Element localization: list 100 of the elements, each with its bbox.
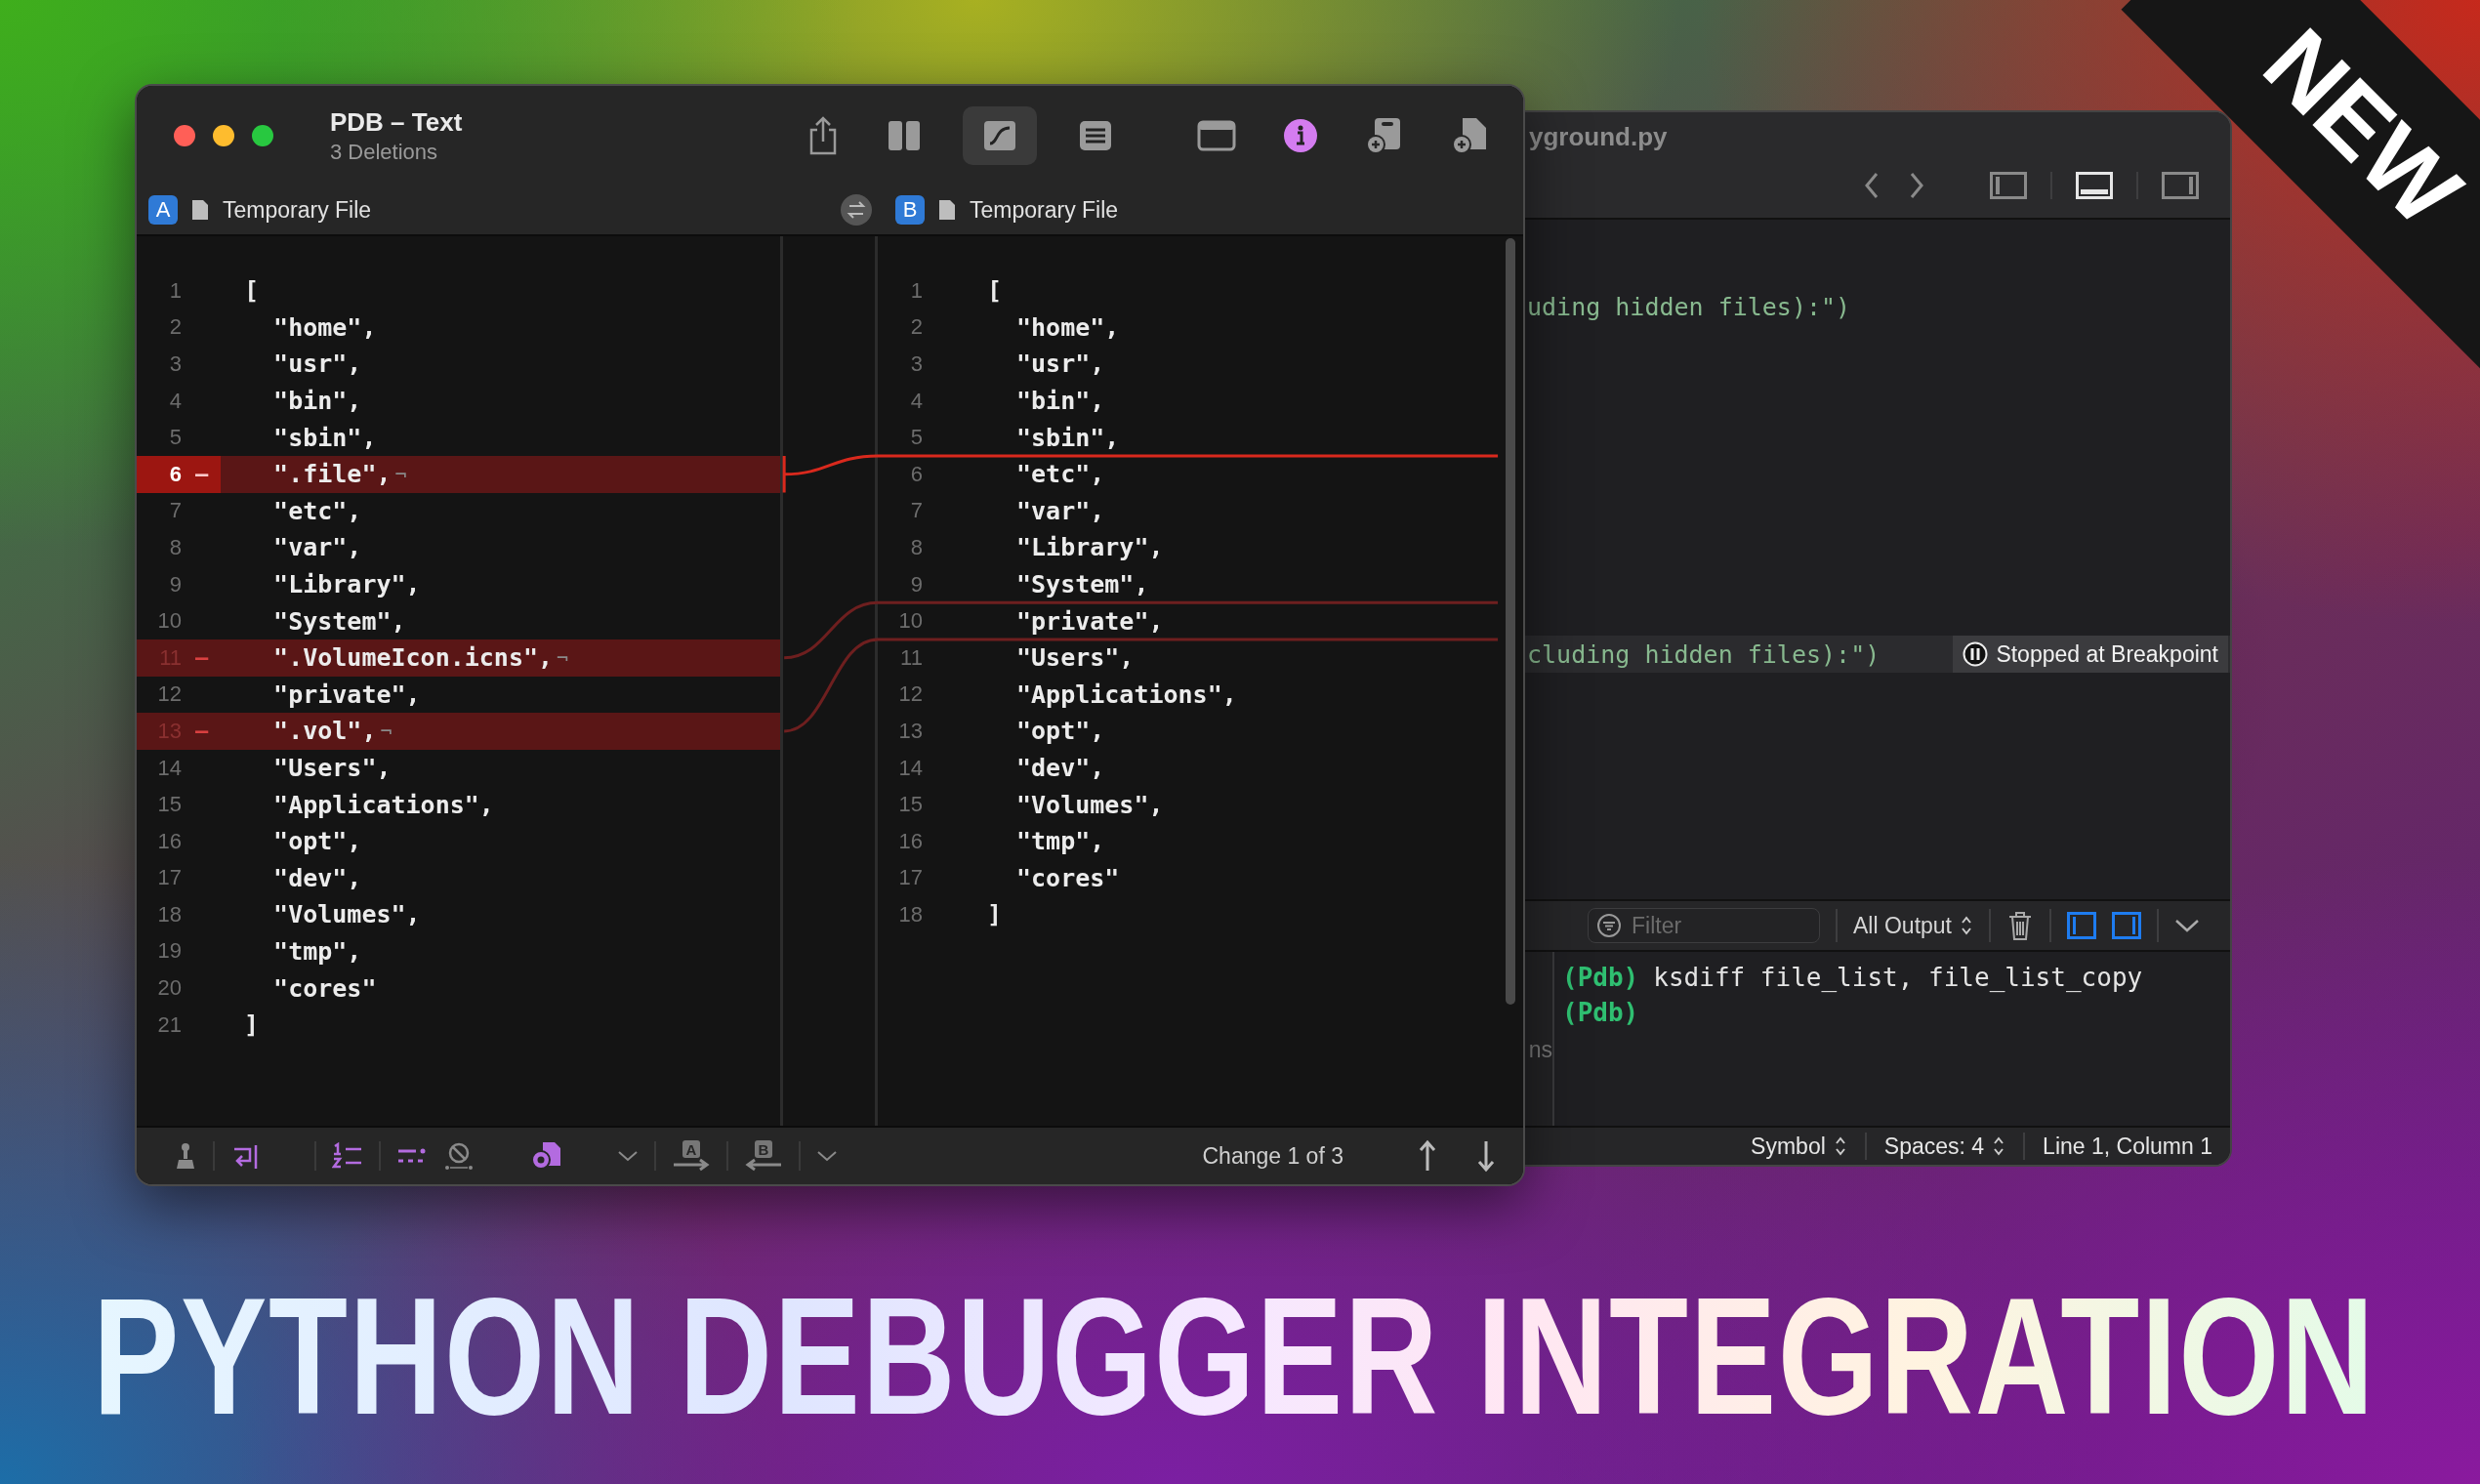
deletion-marker: – <box>195 462 209 487</box>
line-number: 6 <box>168 461 182 487</box>
line-end-marker: ¬ <box>557 645 569 670</box>
line-number: 4 <box>909 388 923 414</box>
chevron-down-icon[interactable] <box>816 1149 838 1163</box>
line-number: 18 <box>156 901 182 928</box>
line-number: 9 <box>168 571 182 598</box>
code-line: "usr", <box>1014 350 1105 379</box>
output-menu[interactable]: All Output <box>1853 912 1973 939</box>
file-name: Temporary File <box>223 196 372 224</box>
code-line: "sbin", <box>272 423 377 452</box>
line-number: 5 <box>168 425 182 451</box>
code-line: "etc", <box>1014 460 1105 489</box>
code-line: cluding hidden files):") <box>1527 639 1881 669</box>
curve-icon[interactable] <box>963 106 1037 165</box>
code-line: ".VolumeIcon.icns", <box>272 643 554 673</box>
status-menu[interactable]: Spaces: 4 <box>1883 1133 2006 1160</box>
line-number: 11 <box>899 644 923 671</box>
line-number: 7 <box>909 498 923 524</box>
document-icon <box>938 199 956 221</box>
zoom-button[interactable] <box>252 125 273 146</box>
line-end-marker: ¬ <box>380 719 393 743</box>
line-end-marker: ¬ <box>394 462 407 486</box>
code-line: "tmp", <box>272 937 362 966</box>
code-line: "tmp", <box>1014 827 1105 856</box>
line-number: 8 <box>909 534 923 560</box>
line-number: 16 <box>156 828 182 854</box>
minimize-button[interactable] <box>213 125 234 146</box>
code-line: ] <box>985 900 1002 929</box>
brush-icon[interactable] <box>174 1141 197 1171</box>
code-line: "etc", <box>272 496 362 525</box>
line-number: 1 <box>909 277 923 304</box>
left-panel-icon[interactable] <box>1990 172 2027 199</box>
next-change-icon[interactable] <box>1476 1139 1496 1173</box>
stepper-icon <box>1992 1135 2006 1157</box>
code-line: ] <box>243 1010 260 1040</box>
line-number: 4 <box>168 388 182 414</box>
code-line: "cores" <box>1014 863 1120 892</box>
deletion-marker: – <box>195 645 209 671</box>
code-line: "home", <box>1014 312 1120 342</box>
code-line: uding hidden files):") <box>1527 292 1851 321</box>
side-badge: B <box>895 195 925 225</box>
line-number: 10 <box>897 608 923 635</box>
window-title: PDB – Text <box>330 106 463 138</box>
code-line: "bin", <box>1014 387 1105 416</box>
code-line: "private", <box>1014 606 1164 636</box>
side-badge: A <box>148 195 178 225</box>
line-number: 8 <box>168 534 182 560</box>
scrollbar-thumb[interactable] <box>1506 238 1516 1005</box>
code-line: "dev", <box>272 863 362 892</box>
previous-change-icon[interactable] <box>1418 1139 1437 1173</box>
window-subtitle: 3 Deletions <box>330 139 439 165</box>
left-arrow-icon <box>744 1158 783 1172</box>
console-prompt: (Pdb) <box>1562 963 1639 992</box>
ignore-icon[interactable] <box>443 1140 475 1172</box>
filter-icon <box>1596 913 1622 938</box>
code-line: "Users", <box>1014 643 1135 673</box>
numbered-list-icon[interactable] <box>332 1141 363 1171</box>
pause-icon <box>1963 641 1989 667</box>
line-number: 17 <box>897 865 923 891</box>
line-number: 3 <box>168 351 182 377</box>
line-number: 15 <box>897 792 923 818</box>
code-line: "System", <box>272 606 406 636</box>
right-pane-toggle-icon[interactable] <box>2112 912 2141 939</box>
code-line: "var", <box>272 533 362 562</box>
line-number: 1 <box>168 277 182 304</box>
code-line: "home", <box>272 312 377 342</box>
filter-field[interactable]: Filter <box>1588 908 1820 943</box>
line-number: 17 <box>156 865 182 891</box>
line-number: 10 <box>156 608 182 635</box>
line-number: 3 <box>909 351 923 377</box>
trash-icon[interactable] <box>2006 910 2034 941</box>
window-title: yground.py <box>1529 122 1669 152</box>
file-name: Temporary File <box>970 196 1119 224</box>
console-command: ksdiff file_list, file_list_copy <box>1653 963 2143 992</box>
bottom-panel-icon[interactable] <box>2076 172 2113 199</box>
code-line: "bin", <box>272 387 362 416</box>
code-line: "Library", <box>272 570 421 599</box>
line-number: 9 <box>909 571 923 598</box>
chevron-down-icon[interactable] <box>617 1149 639 1163</box>
status-text: Line 1, Column 1 <box>2043 1133 2212 1160</box>
left-pane-toggle-icon[interactable] <box>2067 912 2096 939</box>
close-button[interactable] <box>174 125 195 146</box>
line-number: 18 <box>897 901 923 928</box>
status-menu[interactable]: Symbol <box>1751 1133 1847 1160</box>
swap-icon[interactable] <box>841 194 872 226</box>
line-number: 14 <box>156 755 182 781</box>
code-line: "var", <box>1014 496 1105 525</box>
code-line: "private", <box>272 680 421 709</box>
chevron-down-icon[interactable] <box>2174 918 2200 933</box>
line-number: 7 <box>168 498 182 524</box>
code-line: "System", <box>1014 570 1149 599</box>
right-panel-icon[interactable] <box>2162 172 2199 199</box>
code-line: [ <box>985 276 1002 306</box>
code-line: "usr", <box>272 350 362 379</box>
code-line: "Applications", <box>1014 680 1237 709</box>
line-number: 6 <box>909 461 923 487</box>
code-line: "Users", <box>272 754 392 782</box>
line-number: 2 <box>168 314 182 341</box>
code-line: ".vol", <box>272 717 377 746</box>
